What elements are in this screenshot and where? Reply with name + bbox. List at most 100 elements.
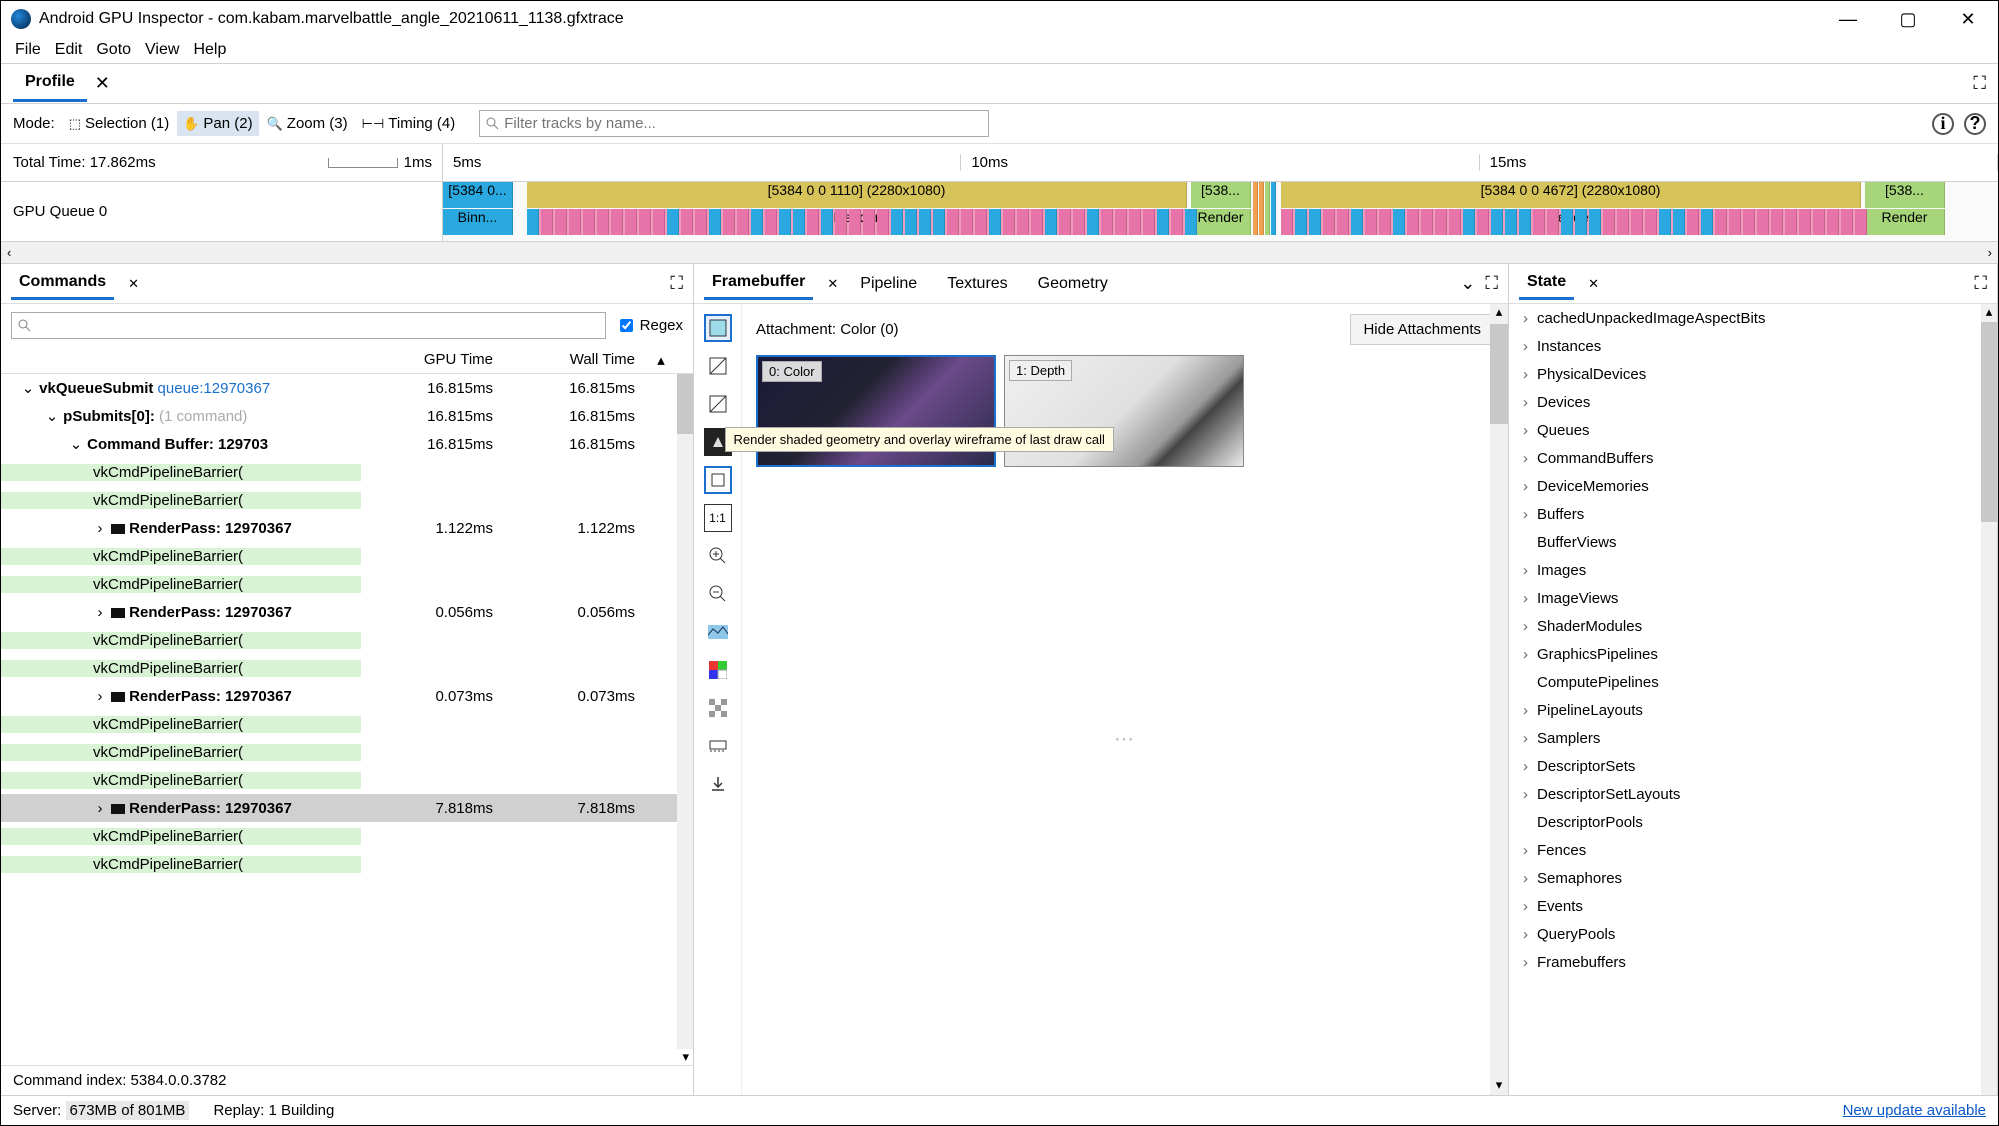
command-row[interactable]: › RenderPass: 129703670.073ms0.073ms [1,682,693,710]
timeline-block[interactable]: [5384 0... [443,182,513,208]
command-row[interactable]: vkCmdPipelineBarrier( [1,654,693,682]
state-item[interactable]: BufferViews [1509,528,1997,556]
timeline-block[interactable]: [538... [1865,182,1945,208]
menu-goto[interactable]: Goto [96,41,131,59]
download-icon[interactable] [704,770,732,798]
zoom-actual-icon[interactable]: 1:1 [704,504,732,532]
regex-checkbox[interactable]: Regex [616,316,683,335]
state-item[interactable]: › Instances [1509,332,1997,360]
state-item[interactable]: › Images [1509,556,1997,584]
command-row[interactable]: vkCmdPipelineBarrier( [1,850,693,878]
tab-geometry[interactable]: Geometry [1030,269,1116,299]
state-item[interactable]: › DescriptorSets [1509,752,1997,780]
commands-tab[interactable]: Commands [11,267,114,300]
timeline-block[interactable]: [5384 0 0 1110] (2280x1080) [527,182,1187,208]
state-item[interactable]: › QueryPools [1509,920,1997,948]
command-row[interactable]: vkCmdPipelineBarrier( [1,626,693,654]
filter-tracks-input[interactable] [479,110,989,137]
timeline-subblock[interactable]: Render [1865,209,1945,235]
command-row[interactable]: › RenderPass: 129703677.818ms7.818ms [1,794,693,822]
command-row[interactable]: vkCmdPipelineBarrier( [1,822,693,850]
flip-icon[interactable] [704,732,732,760]
state-item[interactable]: › DeviceMemories [1509,472,1997,500]
update-link[interactable]: New update available [1843,1102,1986,1119]
shading-wireframe-icon[interactable] [704,352,732,380]
channels-icon[interactable] [704,656,732,684]
minimize-button[interactable]: — [1828,4,1868,34]
command-row[interactable]: vkCmdPipelineBarrier( [1,570,693,598]
state-item[interactable]: › cachedUnpackedImageAspectBits [1509,304,1997,332]
framebuffer-scrollbar[interactable]: ▴ ▾ [1490,304,1508,1095]
zoom-fit-icon[interactable] [704,466,732,494]
tab-profile[interactable]: Profile [13,65,87,102]
command-row[interactable]: ⌄ Command Buffer: 12970316.815ms16.815ms [1,430,693,458]
histogram-icon[interactable] [704,618,732,646]
command-row[interactable]: › RenderPass: 129703670.056ms0.056ms [1,598,693,626]
command-row[interactable]: › RenderPass: 129703671.122ms1.122ms [1,514,693,542]
state-item[interactable]: DescriptorPools [1509,808,1997,836]
state-tab[interactable]: State [1519,267,1574,300]
scroll-up-icon[interactable]: ▴ [651,351,671,369]
info-icon[interactable]: i [1932,113,1954,135]
close-icon[interactable]: ✕ [95,73,110,94]
state-item[interactable]: › DescriptorSetLayouts [1509,780,1997,808]
state-item[interactable]: › CommandBuffers [1509,444,1997,472]
state-item[interactable]: › Samplers [1509,724,1997,752]
state-item[interactable]: › Queues [1509,416,1997,444]
menu-edit[interactable]: Edit [55,41,83,59]
mode-timing[interactable]: ⊢⊣ Timing (4) [356,111,462,136]
chevron-down-icon[interactable]: ⌄ [1460,273,1475,294]
state-item[interactable]: › ImageViews [1509,584,1997,612]
menu-view[interactable]: View [145,41,179,59]
fullscreen-icon[interactable]: ⛶ [1485,273,1498,294]
timeline-block[interactable]: [538... [1191,182,1251,208]
mode-pan[interactable]: ✋ Pan (2) [177,111,258,136]
shading-overlay-icon[interactable]: Render shaded geometry and overlay wiref… [704,390,732,418]
close-icon[interactable]: ✕ [827,276,838,292]
hide-attachments-button[interactable]: Hide Attachments [1350,314,1494,345]
scroll-down-icon[interactable]: ▾ [1,1049,693,1065]
close-button[interactable]: ✕ [1948,4,1988,34]
state-item[interactable]: › GraphicsPipelines [1509,640,1997,668]
command-row[interactable]: vkCmdPipelineBarrier( [1,738,693,766]
command-row[interactable]: ⌄ pSubmits[0]: (1 command)16.815ms16.815… [1,402,693,430]
commands-tree[interactable]: ⌄ vkQueueSubmit queue:1297036716.815ms16… [1,374,693,1049]
state-item[interactable]: › PipelineLayouts [1509,696,1997,724]
state-item[interactable]: › Buffers [1509,500,1997,528]
gpu-timeline[interactable]: [5384 0...Binn... [5384 0 0 1110] (2280x1… [443,182,1998,241]
state-item[interactable]: ComputePipelines [1509,668,1997,696]
state-item[interactable]: › ShaderModules [1509,612,1997,640]
command-row[interactable]: vkCmdPipelineBarrier( [1,710,693,738]
command-row[interactable]: vkCmdPipelineBarrier( [1,486,693,514]
command-row[interactable]: vkCmdPipelineBarrier( [1,542,693,570]
close-icon[interactable]: ✕ [128,276,139,292]
fullscreen-icon[interactable]: ⛶ [1974,273,1987,294]
state-scrollbar[interactable]: ▴ [1981,304,1997,1095]
state-item[interactable]: › Framebuffers [1509,948,1997,976]
help-icon[interactable]: ? [1964,113,1986,135]
scroll-left-icon[interactable]: ‹ [7,245,11,260]
menu-help[interactable]: Help [193,41,226,59]
zoom-in-icon[interactable] [704,542,732,570]
state-item[interactable]: › Fences [1509,836,1997,864]
state-tree[interactable]: › cachedUnpackedImageAspectBits› Instanc… [1509,304,1997,1095]
timeline-scrollbar[interactable]: ‹ › [1,242,1998,264]
fullscreen-icon[interactable]: ⛶ [670,273,683,294]
fullscreen-icon[interactable]: ⛶ [1973,73,1986,94]
state-item[interactable]: › PhysicalDevices [1509,360,1997,388]
menu-file[interactable]: File [15,41,41,59]
command-row[interactable]: vkCmdPipelineBarrier( [1,458,693,486]
close-icon[interactable]: ✕ [1588,276,1599,292]
command-row[interactable]: ⌄ vkQueueSubmit queue:1297036716.815ms16… [1,374,693,402]
command-row[interactable]: vkCmdPipelineBarrier( [1,766,693,794]
state-item[interactable]: › Semaphores [1509,864,1997,892]
timeline-subblock[interactable]: Render [1191,209,1251,235]
tab-textures[interactable]: Textures [939,269,1015,299]
commands-scrollbar[interactable] [677,374,693,1049]
shading-flat-icon[interactable] [704,314,732,342]
tab-pipeline[interactable]: Pipeline [852,269,925,299]
checker-icon[interactable] [704,694,732,722]
timeline-subblock[interactable]: Binn... [443,209,513,235]
state-item[interactable]: › Events [1509,892,1997,920]
maximize-button[interactable]: ▢ [1888,4,1928,34]
